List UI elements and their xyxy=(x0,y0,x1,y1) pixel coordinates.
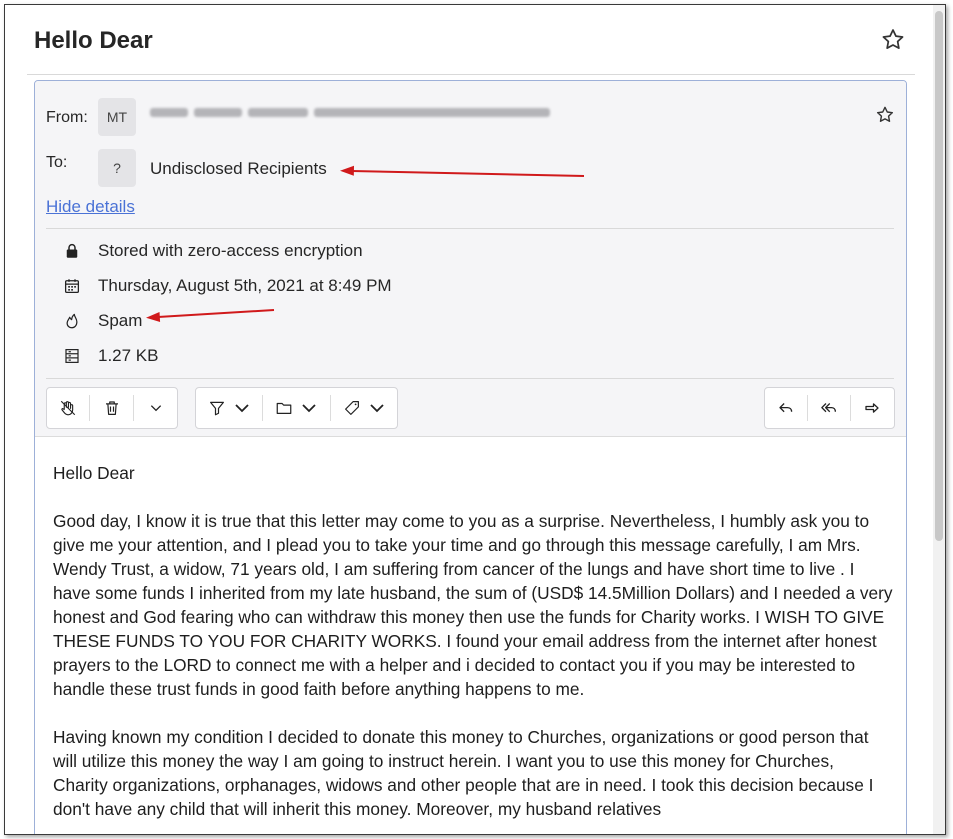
chevron-down-icon xyxy=(369,404,384,413)
sender-avatar[interactable]: MT xyxy=(98,98,136,136)
chevron-down-icon xyxy=(150,405,161,412)
reply-button[interactable] xyxy=(765,388,807,428)
sender-address-redacted[interactable] xyxy=(150,106,560,118)
more-actions-dropdown[interactable] xyxy=(134,388,177,428)
date-row: Thursday, August 5th, 2021 at 8:49 PM xyxy=(63,274,392,298)
toolbar-actions xyxy=(46,387,178,429)
forward-button[interactable] xyxy=(851,388,893,428)
filter-button[interactable] xyxy=(196,388,262,428)
message-subject: Hello Dear xyxy=(34,27,153,54)
divider xyxy=(46,228,894,229)
star-icon[interactable] xyxy=(880,27,906,53)
body-paragraph: Hello Dear xyxy=(53,463,135,483)
toolbar-reply xyxy=(764,387,895,429)
not-spam-button[interactable] xyxy=(47,388,89,428)
scrollbar[interactable] xyxy=(933,5,945,834)
trash-button[interactable] xyxy=(90,388,133,428)
move-to-folder-button[interactable] xyxy=(263,388,330,428)
folder-text: Spam xyxy=(98,311,143,330)
date-text: Thursday, August 5th, 2021 at 8:49 PM xyxy=(98,276,392,295)
label-button[interactable] xyxy=(331,388,397,428)
reply-all-button[interactable] xyxy=(808,388,850,428)
size-text: 1.27 KB xyxy=(98,346,159,365)
chevron-down-icon xyxy=(234,404,249,413)
message-body: Hello Dear Good day, I know it is true t… xyxy=(53,461,893,834)
to-label: To: xyxy=(46,154,68,171)
message-card: From: MT To: ? Undisclosed Recipients Hi… xyxy=(34,80,907,834)
fire-icon xyxy=(66,313,78,329)
forward-icon xyxy=(865,403,879,413)
from-label: From: xyxy=(46,109,88,126)
body-paragraph: Having known my condition I decided to d… xyxy=(53,727,874,819)
calendar-icon xyxy=(64,279,80,294)
folder-row: Spam xyxy=(63,309,142,333)
encryption-text: Stored with zero-access encryption xyxy=(98,241,363,260)
hide-details-link[interactable]: Hide details xyxy=(46,197,135,217)
recipients[interactable]: Undisclosed Recipients xyxy=(150,159,327,179)
chevron-down-icon xyxy=(302,404,316,413)
reply-icon xyxy=(779,403,793,413)
body-paragraph: Good day, I know it is true that this le… xyxy=(53,511,893,699)
star-icon[interactable] xyxy=(875,105,895,125)
encryption-row: Stored with zero-access encryption xyxy=(63,239,363,263)
storage-icon xyxy=(65,349,79,363)
divider xyxy=(46,378,894,379)
size-row: 1.27 KB xyxy=(63,344,159,368)
toolbar-organize xyxy=(195,387,398,429)
lock-icon xyxy=(66,243,78,258)
hand-icon xyxy=(60,400,76,416)
trash-icon xyxy=(105,401,118,415)
filter-icon xyxy=(209,401,224,416)
tag-icon xyxy=(344,401,359,415)
scrollbar-thumb[interactable] xyxy=(935,11,943,541)
recipient-avatar[interactable]: ? xyxy=(98,149,136,187)
folder-icon xyxy=(276,402,292,414)
divider xyxy=(27,74,915,75)
message-header: From: MT To: ? Undisclosed Recipients Hi… xyxy=(35,81,906,437)
email-viewer-window: Hello Dear From: MT To: ? Undisclosed Re… xyxy=(4,4,946,835)
reply-all-icon xyxy=(821,403,837,413)
